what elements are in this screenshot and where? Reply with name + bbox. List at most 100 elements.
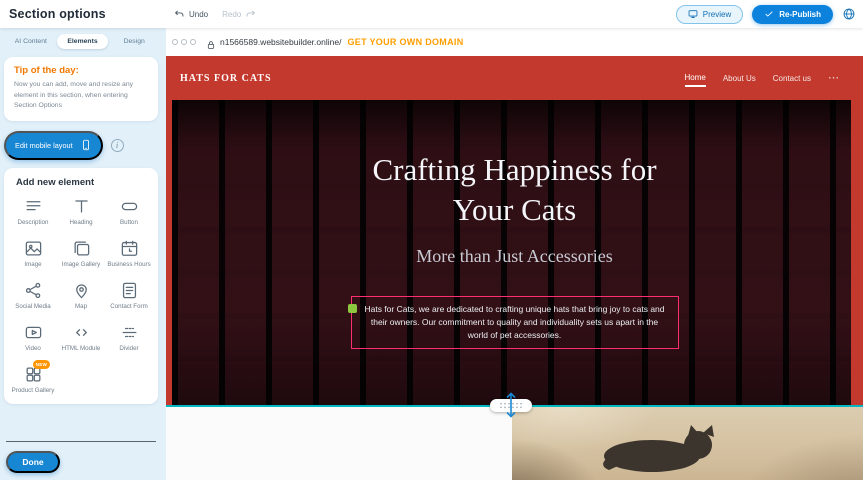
undo-button[interactable]: Undo [174,9,208,20]
get-domain-link[interactable]: GET YOUR OWN DOMAIN [347,37,463,47]
selected-paragraph-element[interactable]: Hats for Cats, we are dedicated to craft… [351,296,679,350]
site-logo[interactable]: HATS FOR CATS [180,73,272,84]
html-code-icon [72,323,91,342]
video-icon [24,323,43,342]
element-item-image-gallery[interactable]: Image Gallery [57,239,105,269]
map-pin-icon [72,281,91,300]
nav-item-contact[interactable]: Contact us [773,70,811,86]
cat-photo[interactable] [512,407,863,480]
element-label: Divider [119,345,138,353]
element-item-image[interactable]: Image [9,239,57,269]
divider-icon [120,323,139,342]
info-icon[interactable]: i [111,139,124,152]
tip-of-the-day-card: Tip of the day: Now you can add, move an… [4,57,158,121]
element-item-divider[interactable]: Divider [105,323,153,353]
add-new-element-title: Add new element [16,177,153,188]
nav-item-about[interactable]: About Us [723,70,756,86]
tab-ai-content[interactable]: AI Content [5,34,57,49]
browser-address-bar: n1566589.websitebuilder.online/ GET YOUR… [166,28,863,56]
hero-heading[interactable]: Crafting Happiness for Your Cats [372,150,656,231]
element-label: Heading [69,219,92,227]
element-item-html-module[interactable]: HTML Module [57,323,105,353]
sidebar-footer: Done [0,441,166,480]
editor-canvas: n1566589.websitebuilder.online/ GET YOUR… [166,28,863,480]
edit-mobile-label: Edit mobile layout [15,141,73,150]
element-grid: Description Heading Button Image [9,197,153,395]
tab-elements[interactable]: Elements [57,34,109,49]
done-button[interactable]: Done [6,451,60,473]
hero-section: Crafting Happiness for Your Cats More th… [166,100,863,405]
section-resize-handle[interactable] [490,399,532,412]
sidebar-tabs: AI Content Elements Design [5,34,160,49]
hero-content: Crafting Happiness for Your Cats More th… [166,100,863,405]
redo-icon [245,9,256,20]
edit-mobile-layout-button[interactable]: Edit mobile layout [4,131,103,160]
lock-icon [206,37,216,47]
republish-label: Re-Publish [779,10,821,19]
hero-heading-line2: Your Cats [372,190,656,230]
element-label: HTML Module [62,345,101,353]
tip-body: Now you can add, move and resize any ele… [14,80,148,112]
element-label: Social Media [15,303,50,311]
top-actions: Preview Re-Publish [676,0,856,28]
button-icon [120,197,139,216]
element-item-product-gallery[interactable]: NEW Product Gallery [9,365,57,395]
nav-more-icon[interactable]: ⋯ [828,73,839,84]
undo-icon [174,9,185,20]
image-gallery-icon [72,239,91,258]
element-item-map[interactable]: Map [57,281,105,311]
hero-heading-line1: Crafting Happiness for [372,150,656,190]
window-dot-icon [172,39,178,45]
add-new-element-panel: Add new element Description Heading Butt… [4,168,158,404]
element-label: Business Hours [107,261,150,269]
tab-design[interactable]: Design [108,34,160,49]
top-toolbar: Section options Undo Redo Preview Re-Pub… [0,0,863,28]
heading-icon [72,197,91,216]
monitor-icon [688,9,698,19]
redo-button[interactable]: Redo [222,9,256,20]
page-title: Section options [0,7,106,21]
element-label: Button [120,219,138,227]
element-label: Image [24,261,41,269]
republish-button[interactable]: Re-Publish [752,5,833,24]
site-nav: Home About Us Contact us ⋯ [685,69,863,87]
social-media-icon [24,281,43,300]
element-item-business-hours[interactable]: Business Hours [105,239,153,269]
site-url: n1566589.websitebuilder.online/ [220,37,341,47]
mobile-layout-row: Edit mobile layout i [4,131,158,160]
business-hours-icon [120,239,139,258]
phone-icon [80,139,92,151]
element-item-description[interactable]: Description [9,197,57,227]
sidebar: AI Content Elements Design Tip of the da… [0,28,166,480]
drag-dots-icon [499,402,523,409]
undo-label: Undo [189,10,208,19]
element-item-button[interactable]: Button [105,197,153,227]
element-label: Contact Form [110,303,147,311]
next-section [166,407,863,480]
hero-paragraph-text: Hats for Cats, we are dedicated to craft… [364,304,664,340]
element-label: Map [75,303,87,311]
element-label: Product Gallery [12,387,55,395]
hero-subheading[interactable]: More than Just Accessories [416,246,612,267]
app: Section options Undo Redo Preview Re-Pub… [0,0,863,480]
element-label: Image Gallery [62,261,101,269]
sidebar-divider [6,441,156,442]
cat-silhouette-icon [600,423,732,475]
element-item-video[interactable]: Video [9,323,57,353]
window-dot-icon [190,39,196,45]
element-drag-handle[interactable] [348,304,357,313]
nav-item-home[interactable]: Home [685,69,706,87]
preview-label: Preview [703,10,731,19]
check-icon [764,9,774,19]
text-lines-icon [24,197,43,216]
window-dot-icon [181,39,187,45]
preview-button[interactable]: Preview [676,5,743,24]
redo-label: Redo [222,10,241,19]
language-globe-icon[interactable] [842,7,856,21]
site-header: HATS FOR CATS Home About Us Contact us ⋯ [166,56,863,100]
element-item-heading[interactable]: Heading [57,197,105,227]
tip-title: Tip of the day: [14,65,148,76]
element-item-contact-form[interactable]: Contact Form [105,281,153,311]
new-badge: NEW [33,360,50,369]
element-item-social-media[interactable]: Social Media [9,281,57,311]
